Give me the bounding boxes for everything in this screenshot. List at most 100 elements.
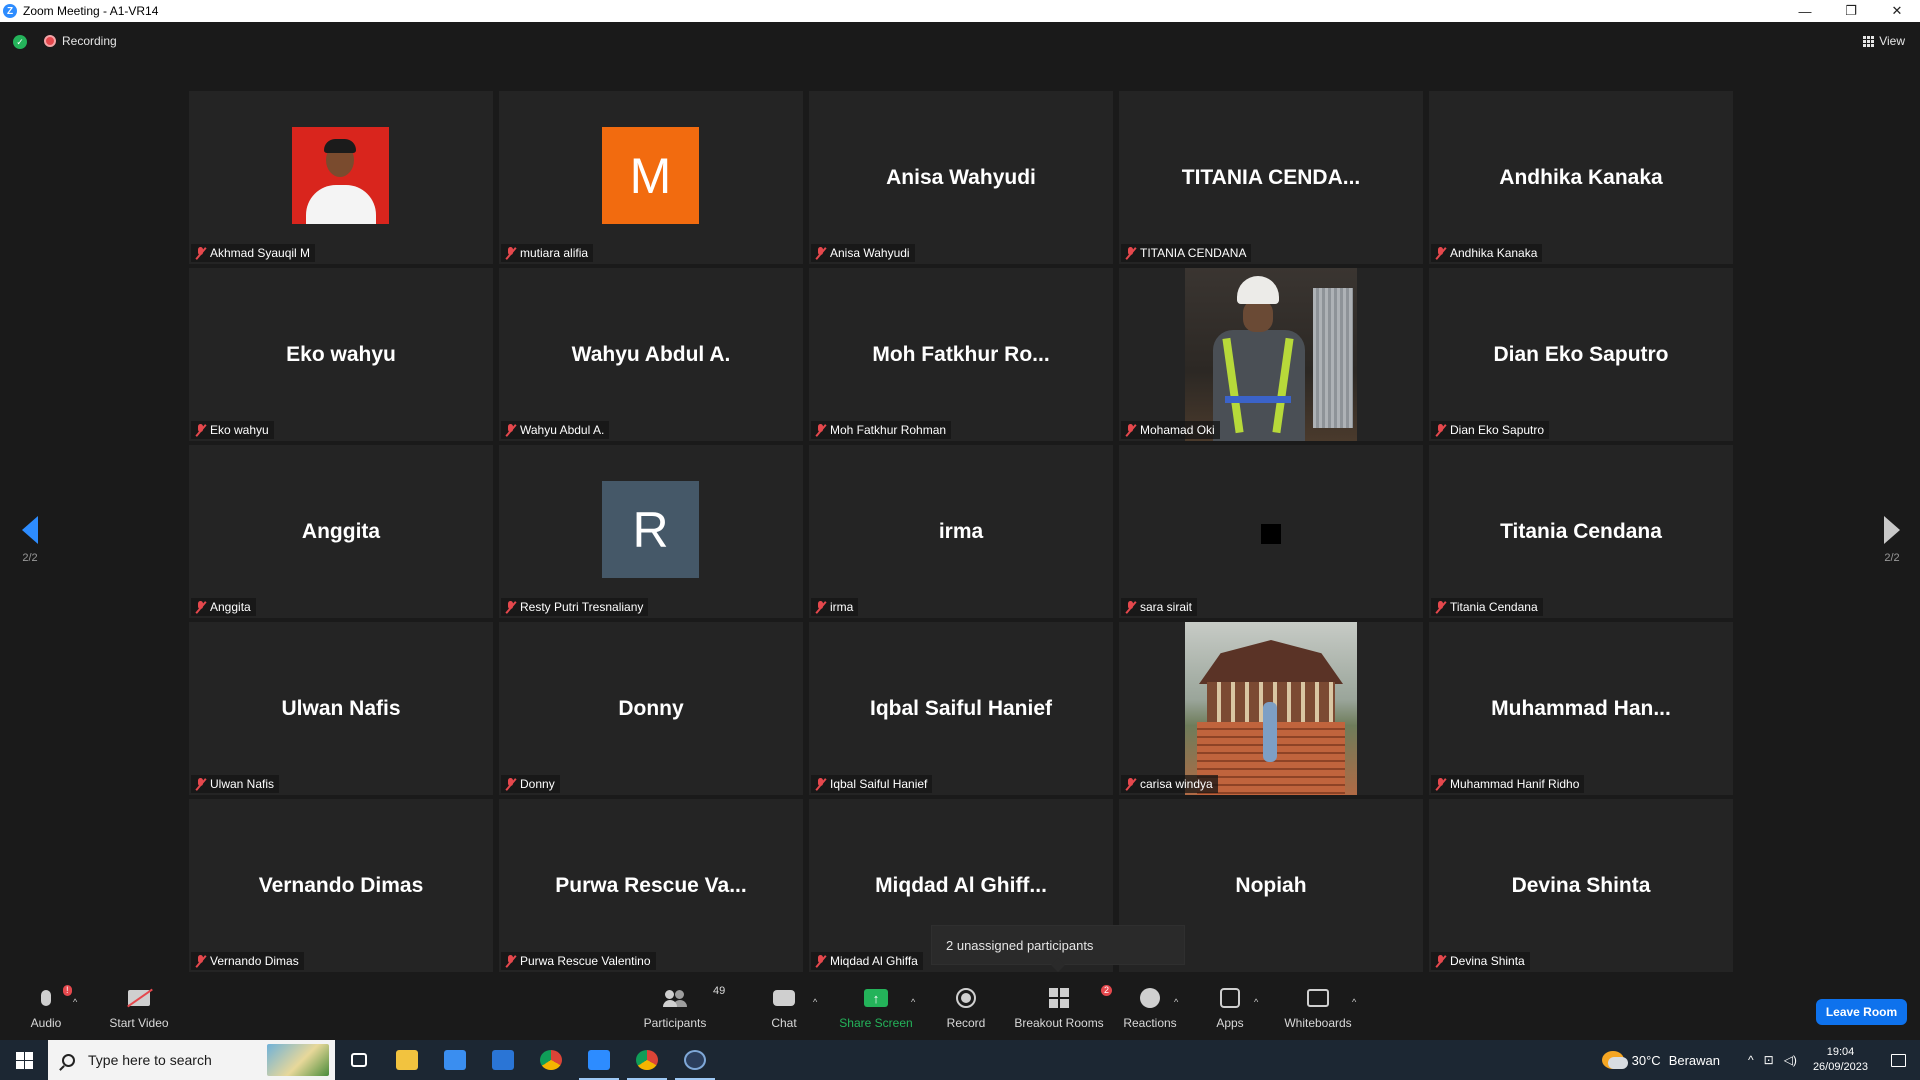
participant-name: Moh Fatkhur Rohman xyxy=(830,423,947,437)
share-screen-button[interactable]: ↑ Share Screen xyxy=(836,983,916,1040)
start-button[interactable] xyxy=(0,1040,48,1080)
taskbar-chrome-window[interactable] xyxy=(623,1040,671,1080)
participant-name-tag: Muhammad Hanif Ridho xyxy=(1431,775,1585,793)
participant-tile[interactable]: Devina Shinta Devina Shinta xyxy=(1429,799,1733,972)
mic-muted-icon xyxy=(505,777,516,791)
participant-tile[interactable]: Purwa Rescue Va... Purwa Rescue Valentin… xyxy=(499,799,803,972)
taskbar-camera-app[interactable] xyxy=(671,1040,719,1080)
participant-tile[interactable]: R Resty Putri Tresnaliany xyxy=(499,445,803,618)
volume-icon[interactable]: ◁) xyxy=(1784,1053,1797,1067)
participant-name-tag: Titania Cendana xyxy=(1431,598,1543,616)
participant-tile[interactable]: irma irma xyxy=(809,445,1113,618)
restore-button[interactable]: ❐ xyxy=(1828,0,1874,22)
participant-name: Anisa Wahyudi xyxy=(830,246,910,260)
apps-options-caret[interactable]: ^ xyxy=(1254,997,1258,1007)
audio-button[interactable]: ! Audio xyxy=(26,983,72,1040)
participant-tile[interactable]: Vernando Dimas Vernando Dimas xyxy=(189,799,493,972)
share-options-caret[interactable]: ^ xyxy=(911,997,915,1007)
chat-button[interactable]: Chat xyxy=(764,983,804,1040)
audio-label: Audio xyxy=(30,1016,62,1030)
mic-muted-icon xyxy=(195,246,206,260)
participant-tile[interactable]: Muhammad Han... Muhammad Hanif Ridho xyxy=(1429,622,1733,795)
breakout-rooms-button[interactable]: 2 Breakout Rooms xyxy=(1014,983,1113,1040)
participant-tile[interactable]: Titania Cendana Titania Cendana xyxy=(1429,445,1733,618)
start-video-button[interactable]: Start Video xyxy=(104,983,174,1040)
participant-tile[interactable]: Anisa Wahyudi Anisa Wahyudi xyxy=(809,91,1113,264)
chat-icon xyxy=(773,990,795,1006)
recording-indicator[interactable]: Recording xyxy=(44,34,117,48)
participant-tile[interactable]: Mohamad Oki xyxy=(1119,268,1423,441)
whiteboards-button[interactable]: Whiteboards xyxy=(1282,983,1354,1040)
arrow-left-icon xyxy=(22,516,38,544)
participant-tile[interactable]: Moh Fatkhur Ro... Moh Fatkhur Rohman xyxy=(809,268,1113,441)
taskbar-file-explorer[interactable] xyxy=(383,1040,431,1080)
participant-tile[interactable]: Wahyu Abdul A. Wahyu Abdul A. xyxy=(499,268,803,441)
participant-display-name: Ulwan Nafis xyxy=(281,696,401,720)
windows-logo-icon xyxy=(15,1051,33,1069)
apps-label: Apps xyxy=(1216,1016,1244,1030)
mail-icon xyxy=(492,1050,514,1070)
participant-tile[interactable]: Akhmad Syauqil M xyxy=(189,91,493,264)
weather-description[interactable]: Berawan xyxy=(1669,1053,1720,1068)
weather-temperature[interactable]: 30°C xyxy=(1632,1053,1661,1068)
participant-tile[interactable]: Eko wahyu Eko wahyu xyxy=(189,268,493,441)
taskbar-mail[interactable] xyxy=(479,1040,527,1080)
participant-tile[interactable]: Iqbal Saiful Hanief Iqbal Saiful Hanief xyxy=(809,622,1113,795)
minimize-button[interactable]: — xyxy=(1782,0,1828,22)
chat-label: Chat xyxy=(771,1016,797,1030)
record-button[interactable]: Record xyxy=(946,983,986,1040)
taskbar-zoom[interactable] xyxy=(575,1040,623,1080)
participant-name-tag: irma xyxy=(811,598,859,616)
network-icon[interactable]: ⊡ xyxy=(1764,1053,1774,1067)
participant-tile[interactable]: Dian Eko Saputro Dian Eko Saputro xyxy=(1429,268,1733,441)
notifications-button[interactable] xyxy=(1876,1040,1920,1080)
participant-display-name: Wahyu Abdul A. xyxy=(571,342,731,366)
participant-name-tag: Anggita xyxy=(191,598,256,616)
chat-options-caret[interactable]: ^ xyxy=(813,997,817,1007)
breakout-badge: 2 xyxy=(1101,985,1113,996)
participant-tile[interactable]: Anggita Anggita xyxy=(189,445,493,618)
mic-muted-icon xyxy=(1435,954,1446,968)
participant-tile[interactable]: Andhika Kanaka Andhika Kanaka xyxy=(1429,91,1733,264)
participant-tile[interactable]: M mutiara alifia xyxy=(499,91,803,264)
view-button[interactable]: View xyxy=(1863,34,1905,48)
task-view-button[interactable] xyxy=(335,1040,383,1080)
taskbar-chrome[interactable] xyxy=(527,1040,575,1080)
breakout-rooms-label: Breakout Rooms xyxy=(1014,1016,1104,1030)
participants-button[interactable]: 49 Participants xyxy=(640,983,726,1040)
taskbar-search[interactable]: Type here to search xyxy=(48,1040,335,1080)
participant-name: Wahyu Abdul A. xyxy=(520,423,605,437)
participant-name: Muhammad Hanif Ridho xyxy=(1450,777,1580,791)
search-icon xyxy=(62,1053,75,1067)
participant-tile[interactable]: Donny Donny xyxy=(499,622,803,795)
chrome-icon xyxy=(636,1050,658,1070)
view-label: View xyxy=(1879,34,1905,48)
clock-time: 19:04 xyxy=(1826,1046,1855,1058)
tray-overflow-chevron[interactable]: ^ xyxy=(1748,1053,1754,1067)
participant-tile[interactable]: Ulwan Nafis Ulwan Nafis xyxy=(189,622,493,795)
participant-name-tag: Akhmad Syauqil M xyxy=(191,244,316,262)
leave-room-button[interactable]: Leave Room xyxy=(1816,999,1907,1025)
whiteboards-options-caret[interactable]: ^ xyxy=(1352,997,1356,1007)
shield-icon[interactable]: ✓ xyxy=(13,35,27,49)
participant-name: Eko wahyu xyxy=(210,423,269,437)
apps-button[interactable]: Apps xyxy=(1210,983,1250,1040)
participant-name: Mohamad Oki xyxy=(1140,423,1215,437)
participants-label: Participants xyxy=(643,1016,707,1030)
participant-tile[interactable]: carisa windya xyxy=(1119,622,1423,795)
taskbar-clock[interactable]: 19:04 26/09/2023 xyxy=(1813,1045,1868,1075)
next-page-button[interactable]: 2/2 xyxy=(1877,516,1907,564)
mic-muted-icon xyxy=(195,777,206,791)
taskbar-store[interactable] xyxy=(431,1040,479,1080)
audio-options-caret[interactable]: ^ xyxy=(73,997,77,1007)
participant-name-tag: Donny xyxy=(501,775,560,793)
previous-page-button[interactable]: 2/2 xyxy=(15,516,45,564)
close-button[interactable]: ✕ xyxy=(1874,0,1920,22)
participant-tile[interactable]: sara sirait xyxy=(1119,445,1423,618)
participant-tile[interactable]: TITANIA CENDA... TITANIA CENDANA xyxy=(1119,91,1423,264)
reactions-options-caret[interactable]: ^ xyxy=(1174,997,1178,1007)
share-screen-icon: ↑ xyxy=(864,989,888,1007)
weather-cloudy-icon[interactable] xyxy=(1601,1051,1628,1069)
participant-name: Ulwan Nafis xyxy=(210,777,275,791)
reactions-button[interactable]: Reactions xyxy=(1122,983,1178,1040)
